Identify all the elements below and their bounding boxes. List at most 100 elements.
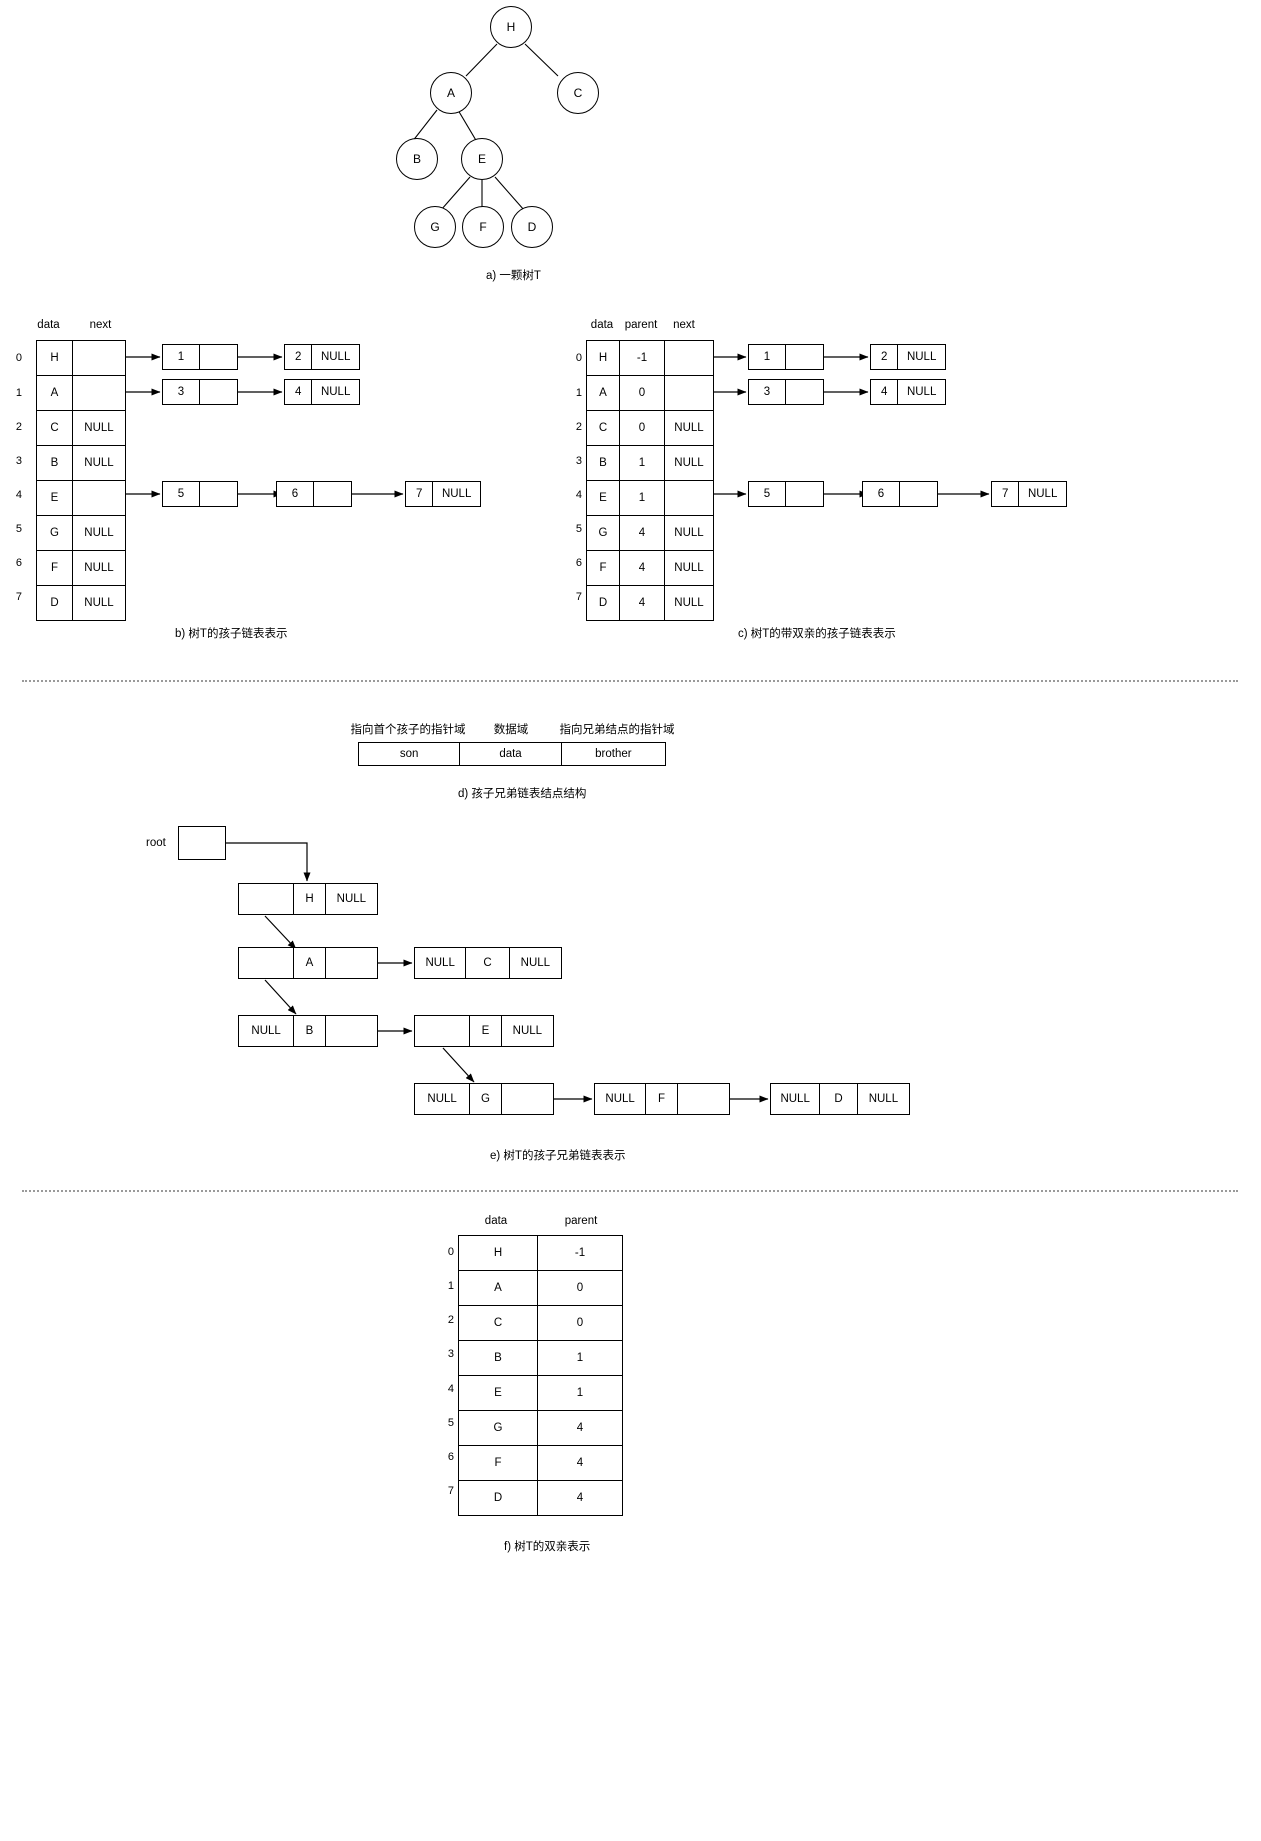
table-row[interactable]: F 4 NULL: [586, 550, 714, 586]
tree-node-B[interactable]: B: [396, 138, 438, 180]
cell-parent: -1: [619, 340, 665, 376]
table-row[interactable]: E1: [458, 1375, 623, 1411]
cell-value: 6: [863, 482, 901, 506]
list-node-b-4-2[interactable]: 6: [276, 481, 352, 507]
table-row[interactable]: E1: [586, 480, 714, 516]
table-row[interactable]: C NULL: [36, 410, 126, 446]
cell-parent: 1: [619, 445, 665, 481]
cell-data: D: [36, 585, 73, 621]
table-row[interactable]: H: [36, 340, 126, 376]
table-row[interactable]: C 0 NULL: [586, 410, 714, 446]
list-node-b-4-1[interactable]: 5: [162, 481, 238, 507]
list-node-c-0-1[interactable]: 1: [748, 344, 824, 370]
table-row[interactable]: E: [36, 480, 126, 516]
cell-next: [72, 340, 126, 376]
table-b-index-2: 2: [15, 421, 22, 433]
list-node-b-4-3[interactable]: 7 NULL: [405, 481, 481, 507]
caption-f: f) 树T的双亲表示: [504, 1541, 591, 1553]
table-row[interactable]: F NULL: [36, 550, 126, 586]
cell-next: [72, 375, 126, 411]
cell-data: F: [36, 550, 73, 586]
table-row[interactable]: G NULL: [36, 515, 126, 551]
list-e-node-F[interactable]: NULL F: [594, 1083, 730, 1115]
list-e-node-G[interactable]: NULL G: [414, 1083, 554, 1115]
list-node-b-0-1[interactable]: 1: [162, 344, 238, 370]
list-e-node-A[interactable]: A: [238, 947, 378, 979]
caption-c: c) 树T的带双亲的孩子链表表示: [738, 628, 896, 640]
list-e-node-E[interactable]: E NULL: [414, 1015, 554, 1047]
field-data: G: [470, 1084, 502, 1114]
cell-next: [664, 375, 714, 411]
tree-node-H[interactable]: H: [490, 6, 532, 48]
list-node-b-0-2[interactable]: 2 NULL: [284, 344, 360, 370]
caption-d: d) 孩子兄弟链表结点结构: [458, 788, 587, 800]
list-node-b-1-2[interactable]: 4 NULL: [284, 379, 360, 405]
field-brother: [678, 1084, 729, 1114]
table-row[interactable]: F4: [458, 1445, 623, 1481]
list-node-c-4-3[interactable]: 7 NULL: [991, 481, 1067, 507]
list-node-c-4-1[interactable]: 5: [748, 481, 824, 507]
table-c-header-next: next: [673, 319, 695, 331]
cell-value: 4: [285, 380, 313, 404]
table-row[interactable]: A: [36, 375, 126, 411]
table-row[interactable]: D4: [458, 1480, 623, 1516]
root-label: root: [146, 837, 166, 849]
list-node-b-1-1[interactable]: 3: [162, 379, 238, 405]
table-row[interactable]: G4: [458, 1410, 623, 1446]
list-node-c-0-2[interactable]: 2 NULL: [870, 344, 946, 370]
cell-data: D: [586, 585, 620, 621]
field-data: D: [820, 1084, 858, 1114]
cell-data: D: [458, 1480, 538, 1516]
tree-node-E[interactable]: E: [461, 138, 503, 180]
tree-node-D[interactable]: D: [511, 206, 553, 248]
cell-parent: 4: [619, 585, 665, 621]
list-e-node-D[interactable]: NULL D NULL: [770, 1083, 910, 1115]
tree-node-C[interactable]: C: [557, 72, 599, 114]
cell-data: G: [586, 515, 620, 551]
cell-next: [786, 380, 823, 404]
cell-next: NULL: [72, 445, 126, 481]
table-c-index-3: 3: [575, 455, 582, 467]
table-b-header-next: next: [89, 319, 112, 331]
field-son: NULL: [771, 1084, 821, 1114]
tree-node-G[interactable]: G: [414, 206, 456, 248]
list-node-c-1-1[interactable]: 3: [748, 379, 824, 405]
table-row[interactable]: H -1: [586, 340, 714, 376]
table-row[interactable]: G 4 NULL: [586, 515, 714, 551]
field-brother: NULL: [520, 957, 551, 969]
cell-value: 1: [163, 345, 201, 369]
table-c-index-0: 0: [575, 352, 582, 364]
list-e-node-B[interactable]: NULL B: [238, 1015, 378, 1047]
table-row[interactable]: D NULL: [36, 585, 126, 621]
cell-data: F: [458, 1445, 538, 1481]
field-son: [239, 948, 295, 978]
list-e-node-C[interactable]: NULL C NULL: [414, 947, 562, 979]
tree-node-A[interactable]: A: [430, 72, 472, 114]
connector-layer: [124, 43, 990, 1103]
tree-node-label: B: [412, 152, 421, 166]
tree-node-label: G: [430, 220, 440, 234]
table-f-index-4: 4: [447, 1383, 454, 1395]
list-node-c-4-2[interactable]: 6: [862, 481, 938, 507]
table-row[interactable]: B1: [458, 1340, 623, 1376]
table-row[interactable]: A0: [458, 1270, 623, 1306]
table-row[interactable]: C0: [458, 1305, 623, 1341]
annotation-brother: 指向兄弟结点的指针域: [559, 724, 675, 736]
list-e-node-H[interactable]: H NULL: [238, 883, 378, 915]
table-c-index-7: 7: [575, 591, 582, 603]
list-node-c-1-2[interactable]: 4 NULL: [870, 379, 946, 405]
cell-value: 6: [277, 482, 315, 506]
table-f-index-7: 7: [447, 1485, 454, 1497]
table-row[interactable]: A0: [586, 375, 714, 411]
cell-next: NULL: [906, 351, 937, 363]
tree-node-F[interactable]: F: [462, 206, 504, 248]
table-row[interactable]: B 1 NULL: [586, 445, 714, 481]
table-row[interactable]: H -1: [458, 1235, 623, 1271]
table-c-index-2: 2: [575, 421, 582, 433]
cell-value: 3: [749, 380, 787, 404]
annotation-data: 数据域: [493, 724, 529, 736]
field-data: F: [646, 1084, 678, 1114]
root-pointer-box[interactable]: [178, 826, 226, 860]
table-row[interactable]: B NULL: [36, 445, 126, 481]
table-row[interactable]: D 4 NULL: [586, 585, 714, 621]
